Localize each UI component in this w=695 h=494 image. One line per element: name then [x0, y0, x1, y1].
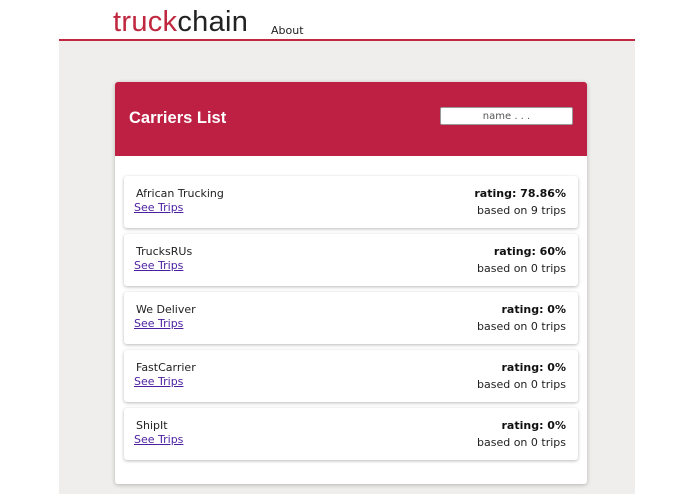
carrier-item: We Deliver See Trips rating: 0% based on…: [124, 292, 578, 344]
see-trips-link[interactable]: See Trips: [134, 259, 183, 272]
name-search-input[interactable]: [440, 107, 573, 125]
top-header: truckchain About: [59, 0, 635, 41]
carriers-card-header: Carriers List: [115, 82, 587, 156]
see-trips-link[interactable]: See Trips: [134, 433, 183, 446]
carrier-name: TrucksRUs: [136, 245, 193, 258]
carrier-item: ShipIt See Trips rating: 0% based on 0 t…: [124, 408, 578, 460]
carrier-name: FastCarrier: [136, 361, 196, 374]
nav-about-link[interactable]: About: [271, 24, 304, 37]
carrier-name: African Trucking: [136, 187, 224, 200]
carrier-list: African Trucking See Trips rating: 78.86…: [124, 176, 578, 466]
carrier-item: African Trucking See Trips rating: 78.86…: [124, 176, 578, 228]
see-trips-link[interactable]: See Trips: [134, 375, 183, 388]
carrier-rating: rating: 0%: [501, 303, 567, 316]
carrier-trip-count: based on 9 trips: [477, 204, 566, 217]
carrier-trip-count: based on 0 trips: [477, 378, 566, 391]
carrier-item: FastCarrier See Trips rating: 0% based o…: [124, 350, 578, 402]
see-trips-link[interactable]: See Trips: [134, 317, 183, 330]
carrier-trip-count: based on 0 trips: [477, 320, 566, 333]
carrier-name: We Deliver: [136, 303, 196, 316]
carrier-name: ShipIt: [136, 419, 168, 432]
logo-part-truck: truck: [113, 6, 178, 38]
carrier-rating: rating: 78.86%: [474, 187, 566, 200]
carrier-trip-count: based on 0 trips: [477, 262, 566, 275]
see-trips-link[interactable]: See Trips: [134, 201, 183, 214]
carrier-rating: rating: 0%: [501, 419, 567, 432]
carriers-list-title: Carriers List: [129, 109, 227, 127]
logo-part-chain: chain: [177, 6, 249, 38]
truckchain-logo[interactable]: truckchain: [113, 6, 248, 38]
carrier-rating: rating: 0%: [501, 361, 567, 374]
carrier-trip-count: based on 0 trips: [477, 436, 566, 449]
carrier-item: TrucksRUs See Trips rating: 60% based on…: [124, 234, 578, 286]
carrier-rating: rating: 60%: [493, 245, 566, 258]
